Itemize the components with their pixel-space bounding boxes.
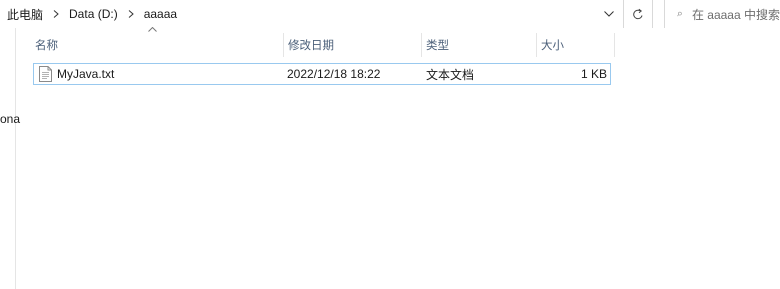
search-box[interactable]: 在 aaaaa 中搜索 [664,0,780,28]
navigation-pane: ona [0,28,20,289]
search-icon [677,11,682,17]
nav-item-label[interactable]: ona [0,112,20,126]
column-header-label: 类型 [426,40,449,52]
column-header-modified[interactable]: 修改日期 [283,33,422,57]
column-header-label: 大小 [541,40,564,52]
column-header-type[interactable]: 类型 [421,33,537,57]
file-row[interactable]: MyJava.txt 2022/12/18 18:22 文本文档 1 KB [33,63,611,85]
file-type: 文本文档 [426,67,475,82]
file-name[interactable]: MyJava.txt [57,64,114,84]
search-input[interactable]: 在 aaaaa 中搜索 [692,6,780,23]
column-headers: 名称 修改日期 类型 大小 [30,33,620,57]
breadcrumb-folder[interactable]: aaaaa [142,7,179,21]
file-explorer-window: 此电脑 Data (D:) aaaaa 在 aaaaa 中搜索 ona 名称 修… [0,0,780,289]
column-header-label: 修改日期 [288,40,334,52]
column-header-label: 名称 [35,40,58,52]
chevron-right-icon[interactable] [123,6,139,22]
file-modified-date: 2022/12/18 18:22 [287,67,381,81]
file-size: 1 KB [580,67,607,81]
chevron-down-icon[interactable] [598,4,620,24]
chevron-right-icon[interactable] [48,6,64,22]
navigation-bar: 此电脑 Data (D:) aaaaa 在 aaaaa 中搜索 [0,0,780,28]
address-bar[interactable]: 此电脑 Data (D:) aaaaa [0,0,621,28]
text-file-icon [39,66,52,82]
sort-ascending-icon [148,27,157,32]
refresh-button[interactable] [623,0,653,28]
column-header-size[interactable]: 大小 [536,33,615,57]
refresh-icon [633,8,643,19]
breadcrumb-this-pc[interactable]: 此电脑 [5,6,45,23]
breadcrumb-data-drive[interactable]: Data (D:) [67,7,120,21]
column-header-name[interactable]: 名称 [30,33,284,57]
